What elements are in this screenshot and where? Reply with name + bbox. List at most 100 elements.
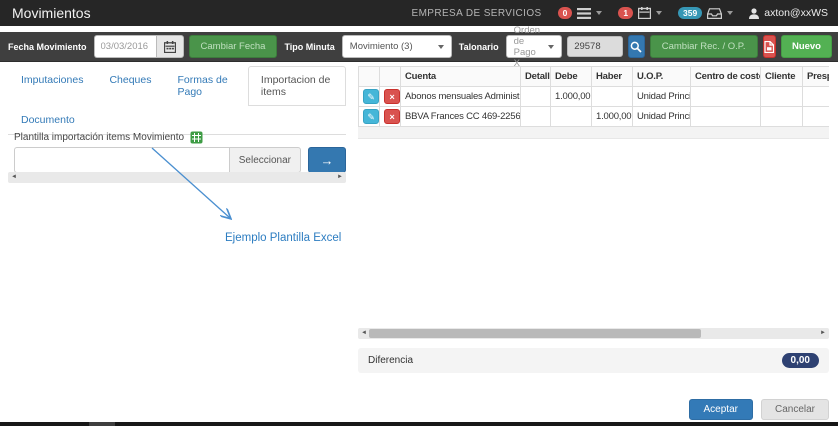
edit-row-button[interactable]: ✎ xyxy=(363,89,379,104)
tab-row-2: Documento xyxy=(8,106,346,134)
edit-column-header xyxy=(359,67,380,87)
col-uop: U.O.P. xyxy=(633,67,691,87)
scrollbar-thumb[interactable] xyxy=(369,329,701,338)
tab-formas-de-pago[interactable]: Formas de Pago xyxy=(164,66,247,106)
cambiar-rec-button[interactable]: Cambiar Rec. / O.P. xyxy=(650,35,758,58)
col-debe: Debe xyxy=(551,67,592,87)
grid-filler-stripe xyxy=(358,127,829,139)
calendar-icon xyxy=(638,7,651,19)
delete-row-button[interactable]: × xyxy=(384,109,400,124)
chevron-down-icon xyxy=(596,11,602,15)
tab-row-1: Imputaciones Cheques Formas de Pago Impo… xyxy=(8,66,346,106)
cancelar-button[interactable]: Cancelar xyxy=(761,399,829,420)
tipo-minuta-select[interactable]: Movimiento (3) xyxy=(342,35,452,58)
cell-debe xyxy=(551,107,592,127)
cell-presupuesto xyxy=(803,107,830,127)
app-header: Movimientos EMPRESA DE SERVICIOS 0 1 359… xyxy=(0,0,838,26)
plantilla-file-row: Seleccionar → xyxy=(14,147,346,173)
export-file-button[interactable] xyxy=(763,35,776,58)
talonario-value: Orden de Pago X xyxy=(514,25,543,69)
inbox-count-badge: 359 xyxy=(678,7,702,19)
talonario-label: Talonario xyxy=(457,42,501,52)
tasks-icon xyxy=(577,8,591,19)
chevron-down-icon xyxy=(656,11,662,15)
company-name: EMPRESA DE SERVICIOS xyxy=(412,8,542,19)
left-horizontal-scrollbar[interactable]: ◄ ► xyxy=(8,172,346,183)
tab-imputaciones[interactable]: Imputaciones xyxy=(8,66,96,106)
edit-row-button[interactable]: ✎ xyxy=(363,109,379,124)
fecha-movimiento-input[interactable] xyxy=(94,35,156,58)
seleccionar-button[interactable]: Seleccionar xyxy=(229,147,301,173)
scroll-left-icon[interactable]: ◄ xyxy=(11,172,17,183)
tasks-menu[interactable]: 0 xyxy=(558,7,603,19)
user-menu[interactable]: axton@xxWS xyxy=(749,7,828,19)
nuevo-button[interactable]: Nuevo xyxy=(781,35,832,58)
tab-bar: Imputaciones Cheques Formas de Pago Impo… xyxy=(8,66,346,135)
grid-viewport: Cuenta Detalle Debe Haber U.O.P. Centro … xyxy=(358,66,829,326)
aceptar-button[interactable]: Aceptar xyxy=(689,399,753,420)
tasks-count-badge: 0 xyxy=(558,7,573,19)
cell-cuenta: Abonos mensuales Administracion xyxy=(401,87,521,107)
delete-row-button[interactable]: × xyxy=(384,89,400,104)
table-row: ✎ × BBVA Frances CC 469-2256-6-00 1.000,… xyxy=(359,107,830,127)
tipo-minuta-value: Movimiento (3) xyxy=(350,41,413,52)
ejemplo-plantilla-link[interactable]: Ejemplo Plantilla Excel xyxy=(225,232,341,244)
plantilla-file-input[interactable] xyxy=(14,147,229,173)
plantilla-label: Plantilla importación items Movimiento xyxy=(14,132,184,143)
excel-template-icon[interactable] xyxy=(190,131,203,144)
scroll-left-icon[interactable]: ◄ xyxy=(361,328,367,339)
cell-presupuesto xyxy=(803,87,830,107)
chevron-down-icon xyxy=(727,11,733,15)
tab-importacion-de-items[interactable]: Importacion de items xyxy=(248,66,346,106)
col-cuenta: Cuenta xyxy=(401,67,521,87)
chevron-down-icon xyxy=(438,45,444,49)
diferencia-bar: Diferencia 0,00 xyxy=(358,348,829,373)
movements-table: Cuenta Detalle Debe Haber U.O.P. Centro … xyxy=(358,66,829,127)
cell-haber xyxy=(592,87,633,107)
inbox-icon xyxy=(707,8,722,19)
scroll-right-icon[interactable]: ► xyxy=(337,172,343,183)
cambiar-fecha-button[interactable]: Cambiar Fecha xyxy=(189,35,278,58)
tipo-minuta-label: Tipo Minuta xyxy=(282,42,336,52)
cell-debe: 1.000,00 xyxy=(551,87,592,107)
cell-cliente xyxy=(761,87,803,107)
cell-uop: Unidad Principal xyxy=(633,107,691,127)
cell-centro xyxy=(691,107,761,127)
calendar-picker-button[interactable] xyxy=(156,35,184,58)
export-file-icon xyxy=(764,41,774,53)
toolbar: Fecha Movimiento Cambiar Fecha Tipo Minu… xyxy=(0,32,838,62)
fecha-input-group xyxy=(94,35,184,58)
cell-centro xyxy=(691,87,761,107)
cell-haber: 1.000,00 xyxy=(592,107,633,127)
tab-cheques[interactable]: Cheques xyxy=(96,66,164,106)
inbox-menu[interactable]: 359 xyxy=(678,7,733,19)
cell-detalle xyxy=(521,87,551,107)
import-arrow-button[interactable]: → xyxy=(308,147,346,173)
bottom-edge-bar xyxy=(0,422,838,426)
dialog-actions: Aceptar Cancelar xyxy=(689,399,830,420)
search-button[interactable] xyxy=(628,35,645,58)
user-icon xyxy=(749,8,759,19)
table-row: ✎ × Abonos mensuales Administracion 1.00… xyxy=(359,87,830,107)
table-header-row: Cuenta Detalle Debe Haber U.O.P. Centro … xyxy=(359,67,830,87)
talonario-select[interactable]: Orden de Pago X xyxy=(506,35,563,58)
header-right-cluster: EMPRESA DE SERVICIOS 0 1 359 axton@xxWS xyxy=(412,7,829,19)
col-cliente: Cliente xyxy=(761,67,803,87)
scroll-right-icon[interactable]: ► xyxy=(820,328,826,339)
import-items-panel: Imputaciones Cheques Formas de Pago Impo… xyxy=(8,64,346,394)
fecha-movimiento-label: Fecha Movimiento xyxy=(6,42,89,52)
calendar-icon xyxy=(164,41,176,53)
page-title: Movimientos xyxy=(12,5,91,21)
diferencia-value-badge: 0,00 xyxy=(782,353,819,368)
cell-detalle xyxy=(521,107,551,127)
tab-documento[interactable]: Documento xyxy=(8,106,88,134)
cell-cliente xyxy=(761,107,803,127)
col-detalle: Detalle xyxy=(521,67,551,87)
calendar-menu[interactable]: 1 xyxy=(618,7,662,19)
grid-horizontal-scrollbar[interactable]: ◄ ► xyxy=(358,328,829,339)
delete-column-header xyxy=(380,67,401,87)
file-input-group: Seleccionar xyxy=(14,147,301,173)
plantilla-label-row: Plantilla importación items Movimiento xyxy=(14,131,203,144)
bottom-edge-segment xyxy=(89,422,115,426)
numero-talonario-input[interactable] xyxy=(567,36,623,57)
